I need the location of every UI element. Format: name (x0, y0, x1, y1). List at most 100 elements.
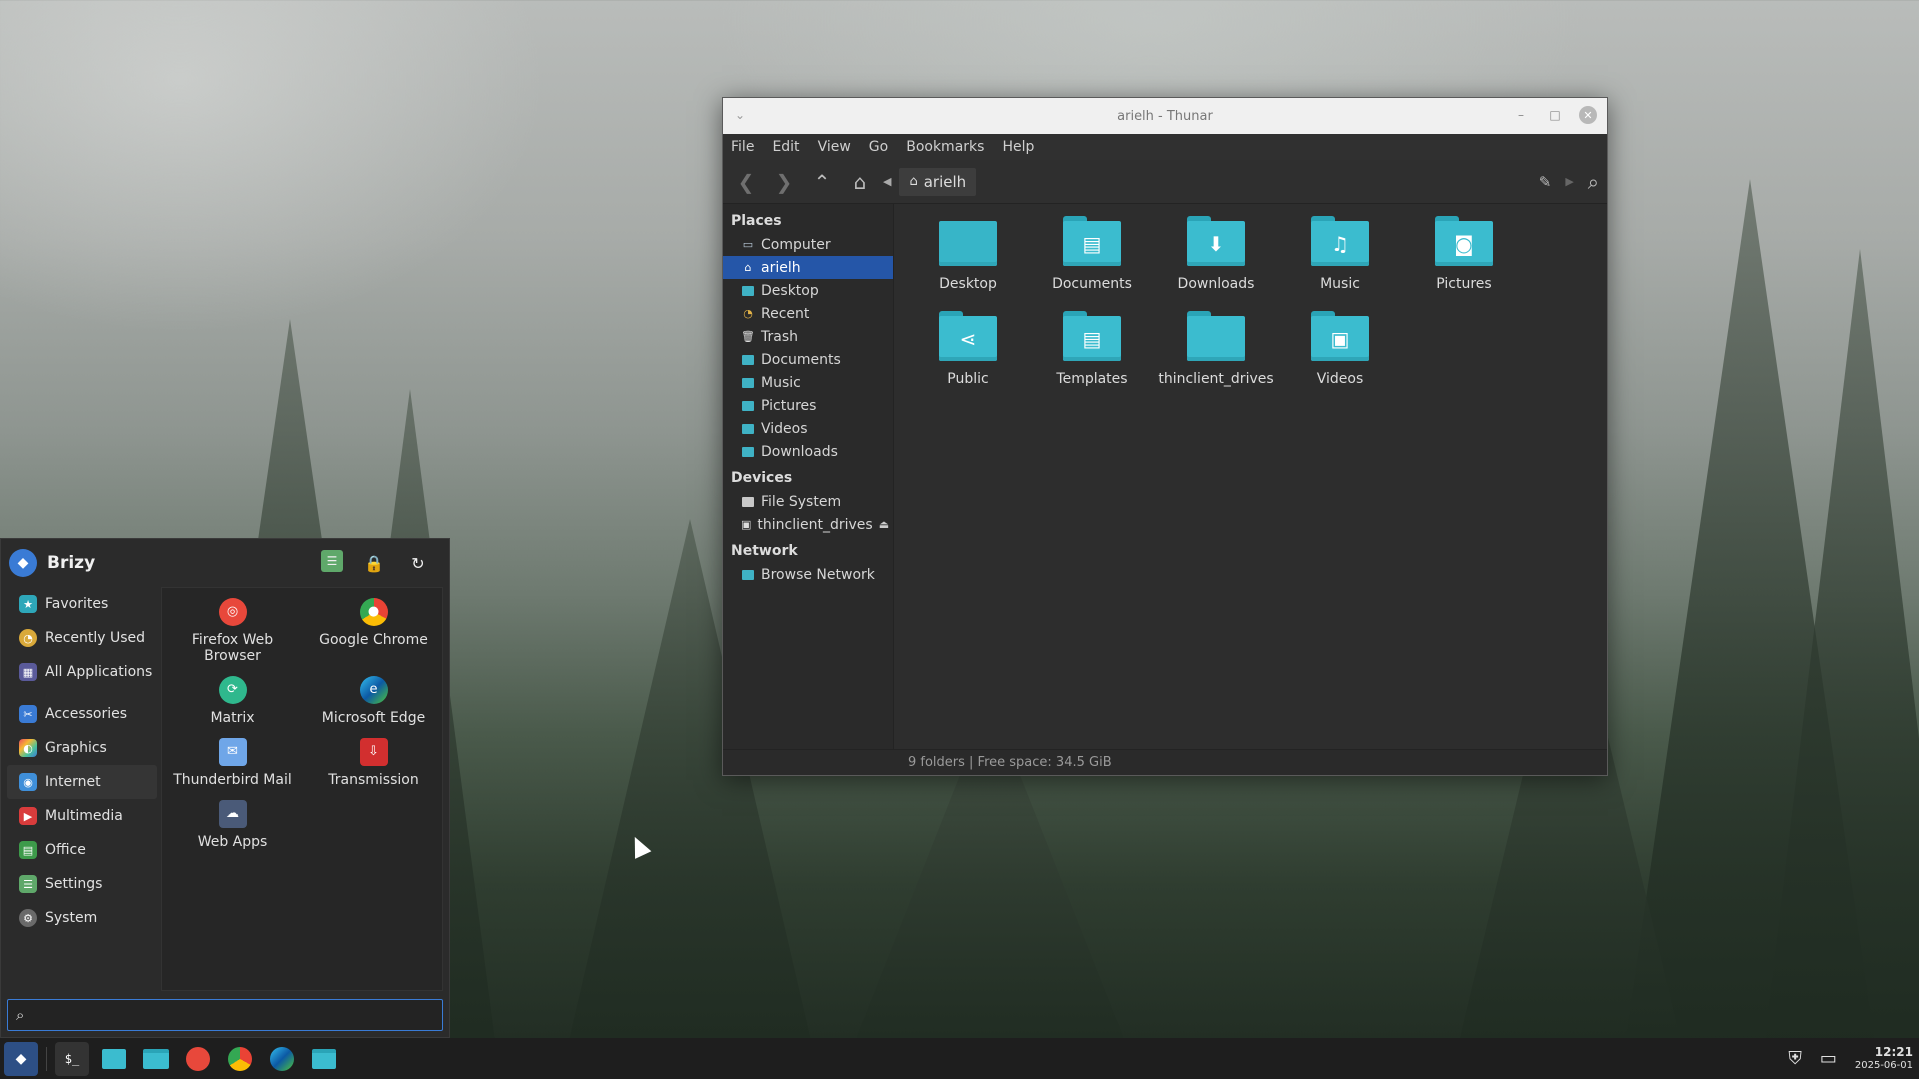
folder-templates[interactable]: ▤ Templates (1030, 307, 1154, 402)
settings-icon: ☰ (19, 875, 37, 893)
lock-icon[interactable]: 🔒 (361, 550, 387, 576)
transmission-icon: ⇩ (359, 738, 388, 766)
multimedia-icon: ▶ (19, 807, 37, 825)
sidebar-item-trash[interactable]: 🗑 Trash (723, 325, 893, 348)
app-web-apps[interactable]: ☁ Web Apps (162, 800, 303, 862)
notification-icon[interactable]: ▭ (1820, 1048, 1837, 1069)
app-thunderbird-mail[interactable]: ✉ Thunderbird Mail (162, 738, 303, 800)
brizy-logo-icon: ◆ (9, 549, 37, 577)
path-bar: ◀ ⌂ arielh (883, 167, 1531, 197)
places-heading: Places (731, 213, 782, 229)
back-icon[interactable]: ❮ (731, 167, 761, 197)
folder-documents[interactable]: ▤ Documents (1030, 212, 1154, 307)
clock[interactable]: 12:21 2025-06-01 (1855, 1045, 1913, 1073)
search-icon[interactable]: ⌕ (1588, 170, 1599, 194)
maximize-button[interactable]: □ (1545, 105, 1565, 125)
eject-icon[interactable]: ⏏ (879, 518, 889, 531)
edge-icon[interactable] (265, 1042, 299, 1076)
category-settings[interactable]: ☰ Settings (7, 867, 157, 901)
thunar-window: ⌄ arielh - Thunar – □ ✕ File Edit View G… (722, 97, 1608, 776)
sidebar-item-pictures[interactable]: Pictures (723, 394, 893, 417)
path-right-arrow-icon[interactable]: ▶ (1565, 175, 1573, 188)
file-manager-icon[interactable] (139, 1042, 173, 1076)
trash-icon: 🗑 (741, 330, 755, 343)
app-google-chrome[interactable]: ● Google Chrome (303, 598, 444, 676)
menu-help[interactable]: Help (1002, 139, 1034, 155)
app-microsoft-edge[interactable]: e Microsoft Edge (303, 676, 444, 738)
home-icon: ⌂ (744, 261, 752, 274)
edit-location-icon[interactable]: ✎ (1539, 173, 1552, 191)
category-all-applications[interactable]: ▦ All Applications (7, 655, 157, 689)
app-transmission[interactable]: ⇩ Transmission (303, 738, 444, 800)
settings-manager-icon[interactable]: ☰ (321, 550, 343, 572)
folder-icon (741, 446, 755, 458)
menu-file[interactable]: File (731, 139, 754, 155)
category-accessories[interactable]: ✂ Accessories (7, 697, 157, 731)
home-crumb-icon: ⌂ (909, 174, 918, 189)
category-recently-used[interactable]: ◔ Recently Used (7, 621, 157, 655)
videos-folder-icon: ▣ (1311, 311, 1369, 361)
pictures-folder-icon: ◙ (1435, 216, 1493, 266)
folder-music[interactable]: ♫ Music (1278, 212, 1402, 307)
status-bar: 9 folders | Free space: 34.5 GiB (723, 749, 1607, 775)
clock-date: 2025-06-01 (1854, 1059, 1913, 1071)
folder-public[interactable]: ⋖ Public (906, 307, 1030, 402)
search-box[interactable]: ⌕ (7, 999, 443, 1031)
folder-thinclient-drives[interactable]: thinclient_drives (1154, 307, 1278, 402)
clock-time: 12:21 (1874, 1044, 1913, 1059)
sidebar-item-music[interactable]: Music (723, 371, 893, 394)
sidebar-item-downloads[interactable]: Downloads (723, 440, 893, 463)
clock-icon: ◔ (19, 629, 37, 647)
forward-icon[interactable]: ❯ (769, 167, 799, 197)
folder-videos[interactable]: ▣ Videos (1278, 307, 1402, 402)
folder-icon (939, 216, 997, 266)
network-heading: Network (731, 543, 798, 559)
folder-downloads[interactable]: ⬇ Downloads (1154, 212, 1278, 307)
window-menu-icon[interactable]: ⌄ (735, 108, 745, 122)
sidebar-item-recent[interactable]: ◔ Recent (723, 302, 893, 325)
matrix-icon: ⟳ (218, 676, 247, 704)
desktop-icon[interactable] (97, 1042, 131, 1076)
title-bar[interactable]: ⌄ arielh - Thunar – □ ✕ (723, 98, 1607, 134)
sidebar-item-videos[interactable]: Videos (723, 417, 893, 440)
up-icon[interactable]: ⌃ (807, 167, 837, 197)
app-firefox[interactable]: ◎ Firefox Web Browser (162, 598, 303, 676)
folder-desktop[interactable]: Desktop (906, 212, 1030, 307)
sidebar-item-desktop[interactable]: Desktop (723, 279, 893, 302)
sidebar-item-browse-network[interactable]: Browse Network (723, 563, 893, 586)
sidebar-item-file-system[interactable]: File System (723, 490, 893, 513)
shield-icon[interactable]: ⛨ (1788, 1048, 1802, 1069)
home-folder-icon[interactable] (307, 1042, 341, 1076)
terminal-icon[interactable]: $_ (55, 1041, 89, 1076)
menu-go[interactable]: Go (869, 139, 888, 155)
firefox-icon[interactable] (181, 1042, 215, 1076)
sidebar-item-arielh[interactable]: ⌂ arielh (723, 256, 893, 279)
app-matrix[interactable]: ⟳ Matrix (162, 676, 303, 738)
folder-icon (741, 377, 755, 389)
menu-view[interactable]: View (818, 139, 851, 155)
sidebar-item-computer[interactable]: ▭ Computer (723, 233, 893, 256)
minimize-button[interactable]: – (1511, 105, 1531, 125)
window-title: arielh - Thunar (1117, 108, 1213, 124)
category-favorites[interactable]: ★ Favorites (7, 587, 157, 621)
path-crumb-home[interactable]: ⌂ arielh (899, 167, 977, 196)
category-graphics[interactable]: ◐ Graphics (7, 731, 157, 765)
sidebar-item-documents[interactable]: Documents (723, 348, 893, 371)
search-icon: ⌕ (16, 1006, 25, 1024)
logout-icon[interactable]: ↻ (405, 550, 431, 576)
sidebar-item-thinclient-drives[interactable]: ▣ thinclient_drives ⏏ (723, 513, 893, 536)
category-multimedia[interactable]: ▶ Multimedia (7, 799, 157, 833)
folder-pictures[interactable]: ◙ Pictures (1402, 212, 1526, 307)
chrome-icon[interactable] (223, 1042, 257, 1076)
path-left-arrow-icon[interactable]: ◀ (883, 175, 891, 188)
category-office[interactable]: ▤ Office (7, 833, 157, 867)
menu-bookmarks[interactable]: Bookmarks (906, 139, 984, 155)
close-button[interactable]: ✕ (1579, 106, 1597, 124)
category-internet[interactable]: ◉ Internet (7, 765, 157, 799)
start-menu-button[interactable]: ◆ (4, 1041, 38, 1076)
search-input[interactable] (30, 1007, 411, 1023)
folder-icon (741, 423, 755, 435)
menu-edit[interactable]: Edit (772, 139, 799, 155)
category-system[interactable]: ⚙ System (7, 901, 157, 935)
home-icon[interactable]: ⌂ (845, 167, 875, 197)
